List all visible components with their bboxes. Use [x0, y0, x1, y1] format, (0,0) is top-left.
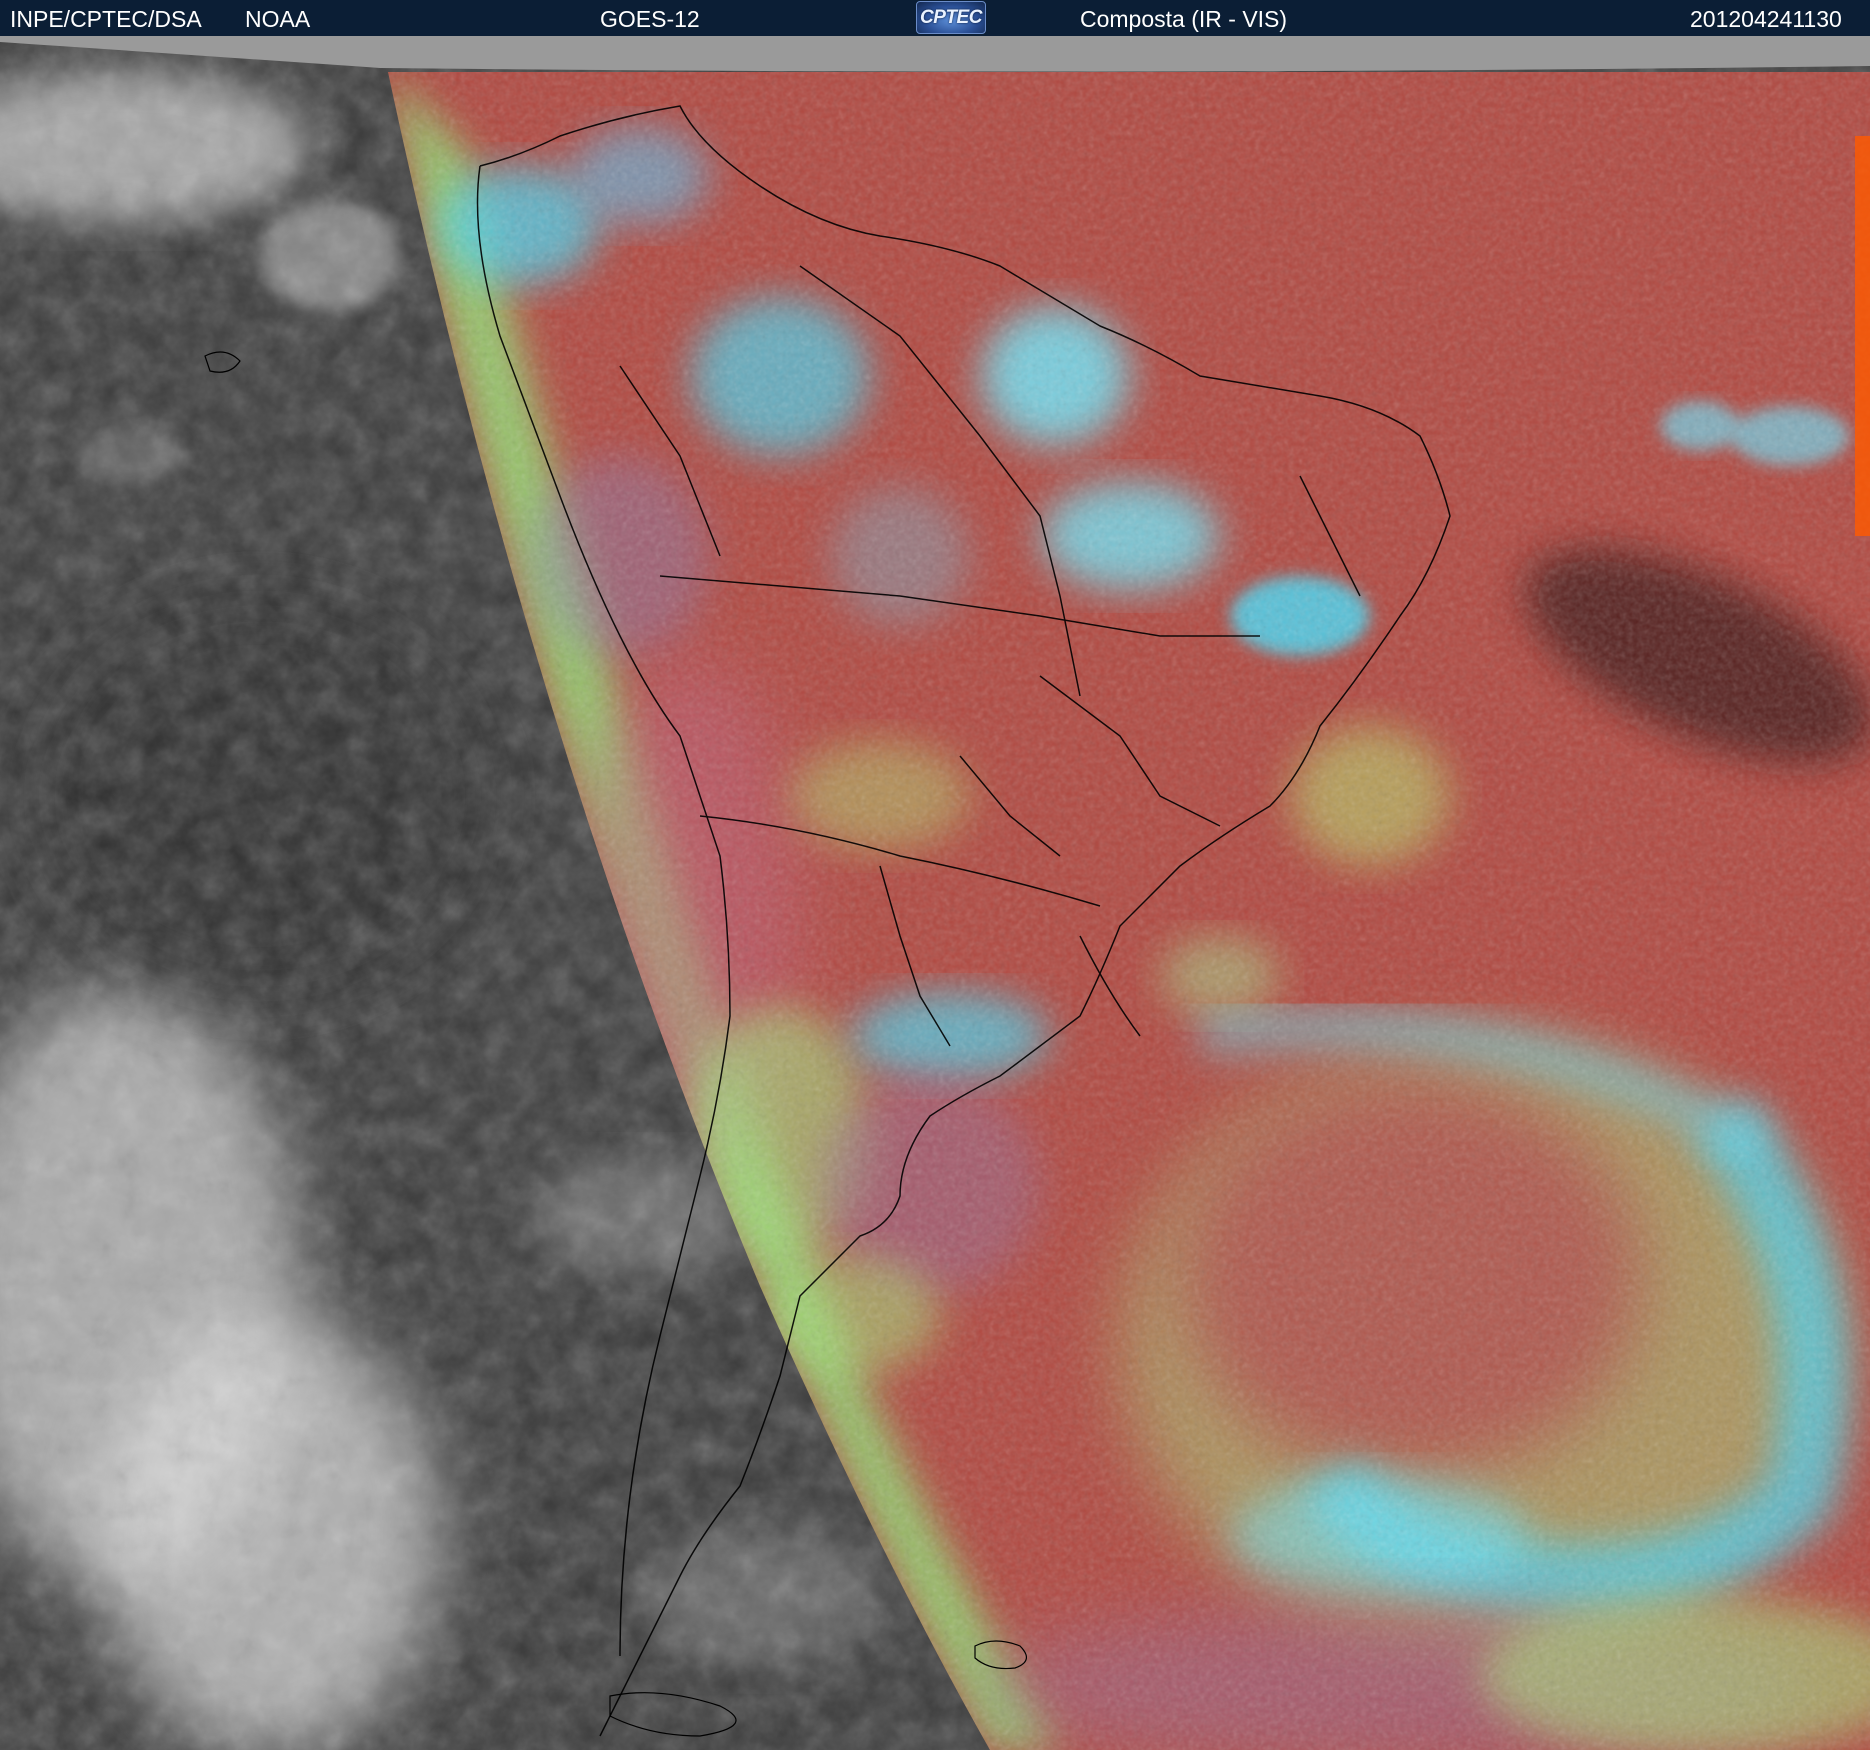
timestamp-label: 201204241130	[1690, 6, 1842, 32]
header-bar: INPE/CPTEC/DSA NOAA GOES-12 CPTEC Compos…	[0, 0, 1870, 36]
institution-label: INPE/CPTEC/DSA	[10, 6, 202, 32]
agency-label: NOAA	[245, 6, 311, 32]
cptec-logo-icon: CPTEC	[916, 1, 986, 34]
product-label: Composta (IR - VIS)	[1080, 6, 1288, 32]
satellite-label: GOES-12	[600, 6, 700, 32]
satellite-image	[0, 36, 1870, 1750]
